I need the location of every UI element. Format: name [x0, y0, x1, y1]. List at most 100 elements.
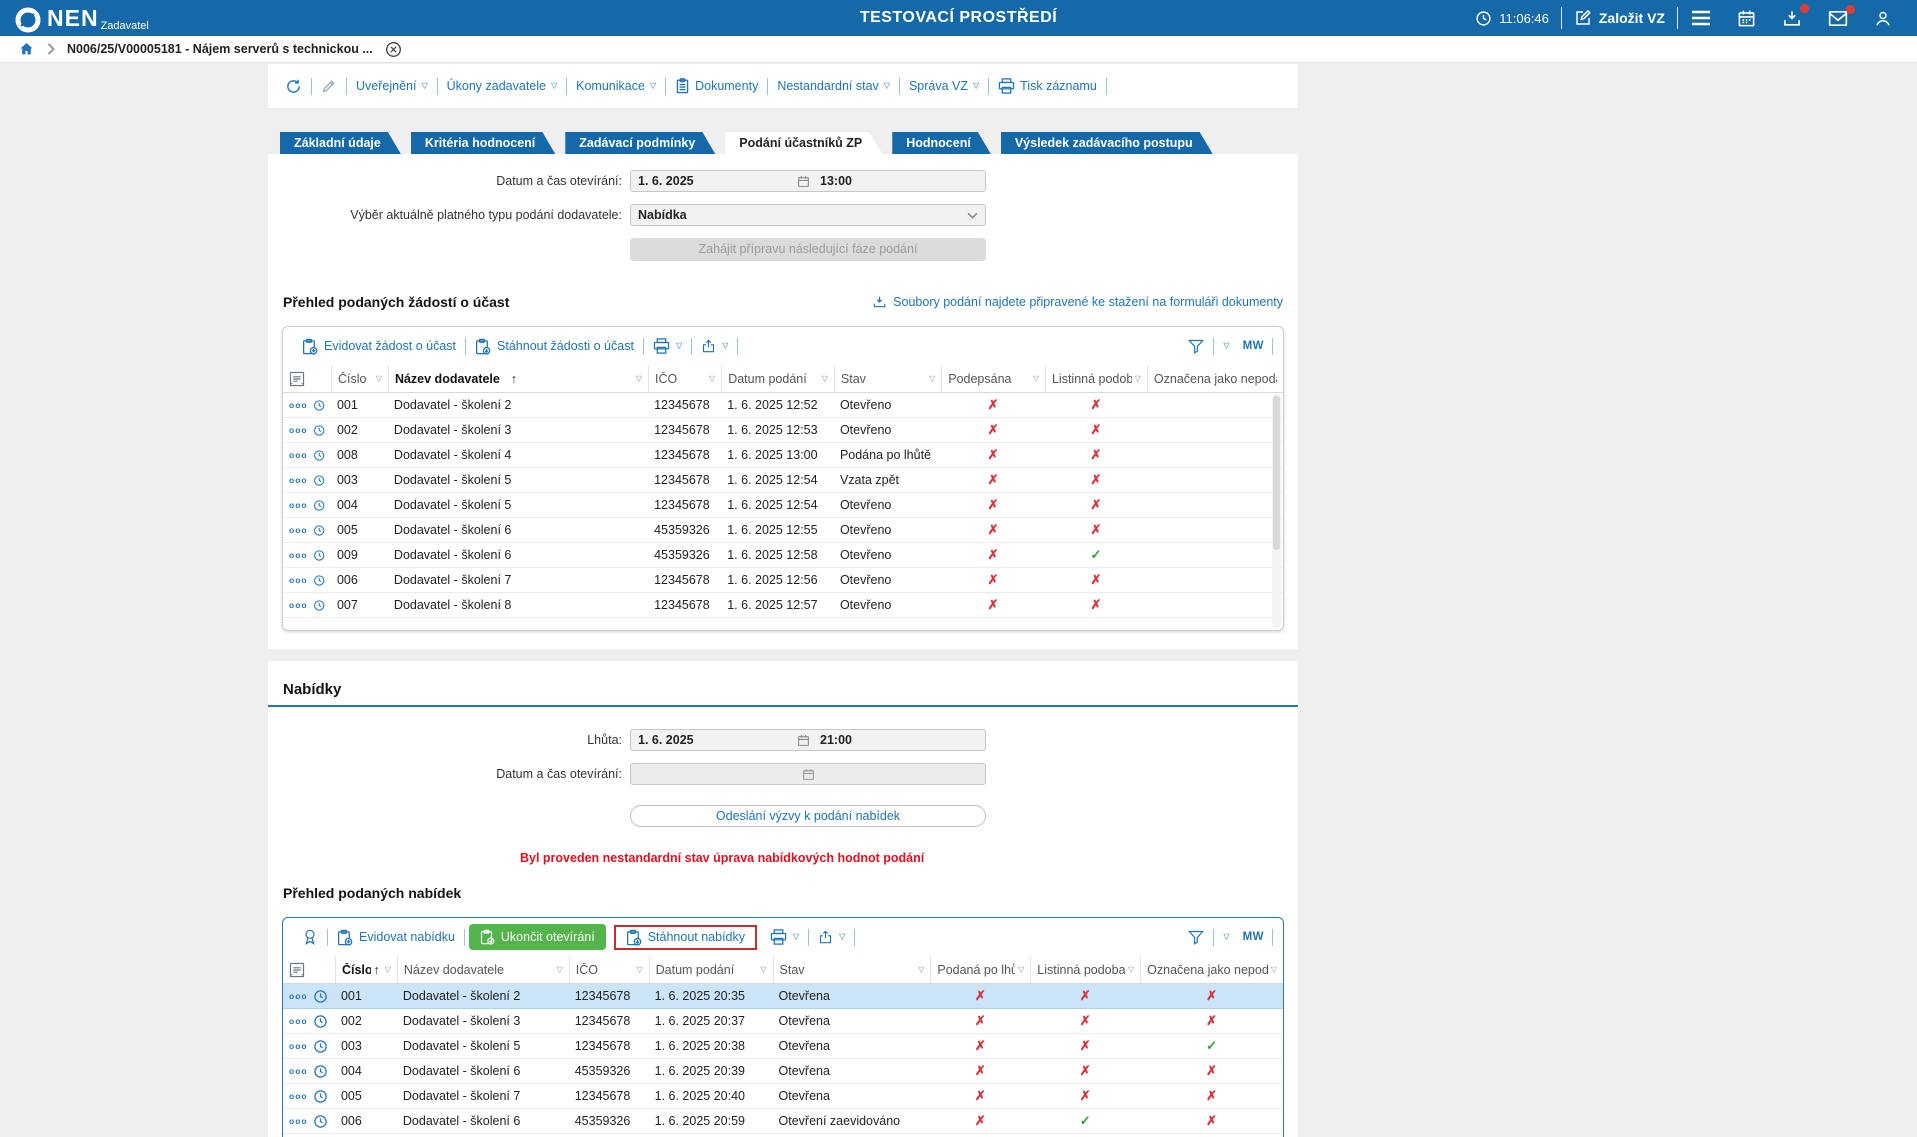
row-menu-icon[interactable]: ooo	[289, 476, 308, 485]
start-next-phase-button[interactable]: Zahájit přípravu následující fáze podání	[630, 238, 986, 261]
home-icon[interactable]	[18, 41, 35, 57]
clock-info-icon[interactable]	[313, 1064, 328, 1079]
row-menu-icon[interactable]: ooo	[289, 401, 308, 410]
row-menu-icon[interactable]: ooo	[289, 1042, 308, 1051]
calendar-small-icon[interactable]	[797, 734, 810, 747]
edit-record-button[interactable]	[312, 78, 346, 94]
row-menu-icon[interactable]: ooo	[289, 1092, 308, 1101]
filter-caret-icon[interactable]: ▽	[1018, 965, 1024, 974]
register-offer-button[interactable]: Evidovat nabídku	[328, 929, 464, 946]
send-call-for-offers-button[interactable]: Odeslání výzvy k podání nabídek	[630, 805, 986, 827]
column-header-cislo[interactable]: Číslo▽	[331, 365, 388, 392]
breadcrumb-record[interactable]: N006/25/V00005181 - Nájem serverů s tech…	[67, 42, 373, 56]
calendar-button[interactable]	[1724, 9, 1769, 28]
row-menu-icon[interactable]: ooo	[289, 1017, 308, 1026]
filter-caret-icon[interactable]: ▽	[636, 965, 642, 974]
clock-info-icon[interactable]	[313, 398, 325, 413]
clock-info-icon[interactable]	[313, 473, 325, 488]
filter-caret-icon[interactable]: ▽	[385, 965, 391, 974]
filter-button[interactable]	[1179, 339, 1213, 354]
filter-caret-icon[interactable]: ▽	[709, 374, 715, 383]
clock-info-icon[interactable]	[313, 573, 325, 588]
row-menu-icon[interactable]: ooo	[289, 451, 308, 460]
column-settings[interactable]	[283, 956, 335, 983]
mw-button[interactable]: MW	[1239, 931, 1272, 943]
collapse-button[interactable]: ▽	[1214, 933, 1238, 941]
download-offers-button[interactable]: Stáhnout nabídky	[622, 929, 749, 946]
clock-info-icon[interactable]	[313, 598, 325, 613]
open-datetime-field[interactable]: 1. 6. 2025 13:00	[630, 170, 986, 192]
tab-podani-ucastniku-zp[interactable]: Podání účastníků ZP	[725, 132, 882, 154]
table-row[interactable]: ooo 006 Dodavatel - školení 6 45359326 1…	[283, 1109, 1283, 1134]
row-menu-icon[interactable]: ooo	[289, 501, 308, 510]
menu-ukony-zadavatele[interactable]: Úkony zadavatele ▽	[438, 79, 567, 93]
messages-button[interactable]	[1815, 10, 1861, 27]
column-header-datum-podani[interactable]: Datum podání▽	[649, 956, 773, 983]
profile-button[interactable]	[1861, 9, 1905, 28]
clock-info-icon[interactable]	[313, 423, 325, 438]
table-row[interactable]: ooo 003 Dodavatel - školení 5 12345678 1…	[283, 468, 1283, 493]
column-header-podepsana[interactable]: Podepsána▽	[941, 365, 1045, 392]
row-menu-icon[interactable]: ooo	[289, 1067, 308, 1076]
clock-info-icon[interactable]	[313, 523, 325, 538]
menu-nestandardni-stav[interactable]: Nestandardní stav ▽	[768, 79, 899, 93]
menu-tisk-zaznamu[interactable]: Tisk záznamu	[989, 78, 1106, 94]
table-row[interactable]: ooo 001 Dodavatel - školení 2 12345678 1…	[283, 393, 1283, 418]
filter-caret-icon[interactable]: ▽	[822, 374, 828, 383]
table-row[interactable]: ooo 007 Dodavatel - školení 8 12345678 1…	[283, 593, 1283, 618]
close-record-icon[interactable]	[385, 41, 402, 58]
table-row[interactable]: ooo 004 Dodavatel - školení 6 45359326 1…	[283, 1059, 1283, 1084]
table-scrollbar[interactable]	[1272, 394, 1281, 628]
refresh-button[interactable]	[276, 78, 311, 95]
clock-info-icon[interactable]	[313, 1039, 328, 1054]
menu-komunikace[interactable]: Komunikace ▽	[567, 79, 665, 93]
menu-sprava-vz[interactable]: Správa VZ ▽	[900, 79, 988, 93]
tab-zadavaci-podminky[interactable]: Zadávací podmínky	[565, 132, 715, 154]
download-requests-button[interactable]: Stáhnout žádosti o účast	[466, 338, 643, 355]
tab-zakladni-udaje[interactable]: Základní údaje	[280, 132, 401, 154]
row-menu-icon[interactable]: ooo	[289, 551, 308, 560]
row-menu-icon[interactable]: ooo	[289, 1117, 308, 1126]
row-menu-icon[interactable]: ooo	[289, 526, 308, 535]
table-row[interactable]: ooo 003 Dodavatel - školení 5 12345678 1…	[283, 1034, 1283, 1059]
submission-files-link[interactable]: Soubory podání najdete připravené ke sta…	[872, 295, 1283, 309]
clock-info-icon[interactable]	[313, 548, 325, 563]
print-button[interactable]: ▽	[761, 929, 808, 945]
mw-button[interactable]: MW	[1239, 340, 1272, 352]
export-button[interactable]: ▽	[809, 929, 854, 945]
filter-caret-icon[interactable]: ▽	[1135, 374, 1141, 383]
filter-caret-icon[interactable]: ▽	[636, 374, 642, 383]
table-row[interactable]: ooo 002 Dodavatel - školení 3 12345678 1…	[283, 1009, 1283, 1034]
nen-logo[interactable]: NEN Zadavatel	[14, 3, 149, 34]
clock-info-icon[interactable]	[313, 1114, 328, 1129]
column-header-podana-po-lhute[interactable]: Podaná po lhůtě▽	[930, 956, 1030, 983]
filter-caret-icon[interactable]: ▽	[929, 374, 935, 383]
deadline-field[interactable]: 1. 6. 2025 21:00	[630, 729, 986, 751]
row-menu-icon[interactable]: ooo	[289, 601, 308, 610]
scrollbar-thumb[interactable]	[1273, 396, 1280, 550]
tab-hodnoceni[interactable]: Hodnocení	[892, 132, 991, 154]
menu-button[interactable]	[1678, 10, 1724, 26]
table-row[interactable]: ooo 005 Dodavatel - školení 7 12345678 1…	[283, 1084, 1283, 1109]
column-header-cislo[interactable]: Číslo↑▽	[335, 956, 397, 983]
tab-vysledek-zadavaciho-postupu[interactable]: Výsledek zadávacího postupu	[1001, 132, 1213, 154]
register-request-button[interactable]: Evidovat žádost o účast	[293, 338, 465, 355]
downloads-button[interactable]	[1769, 9, 1815, 28]
clock-info-icon[interactable]	[313, 498, 325, 513]
column-header-stav[interactable]: Stav▽	[834, 365, 941, 392]
filter-caret-icon[interactable]: ▽	[557, 965, 563, 974]
column-header-stav[interactable]: Stav▽	[773, 956, 931, 983]
column-header-ico[interactable]: IČO▽	[569, 956, 649, 983]
column-header-nazev-dodavatele[interactable]: Název dodavatele▽	[397, 956, 569, 983]
clock-info-icon[interactable]	[313, 1014, 328, 1029]
award-button[interactable]	[293, 928, 327, 946]
column-header-datum-podani[interactable]: Datum podání▽	[721, 365, 834, 392]
export-button[interactable]: ▽	[692, 338, 737, 354]
column-header-nazev-dodavatele[interactable]: Název dodavatele↑▽	[388, 365, 648, 392]
clock-info-icon[interactable]	[313, 989, 328, 1004]
filter-caret-icon[interactable]: ▽	[376, 374, 382, 383]
finish-opening-button[interactable]: Ukončit otevírání	[469, 924, 606, 950]
table-row[interactable]: ooo 004 Dodavatel - školení 5 12345678 1…	[283, 493, 1283, 518]
table-row[interactable]: ooo 005 Dodavatel - školení 6 45359326 1…	[283, 518, 1283, 543]
clock-info-icon[interactable]	[313, 448, 325, 463]
